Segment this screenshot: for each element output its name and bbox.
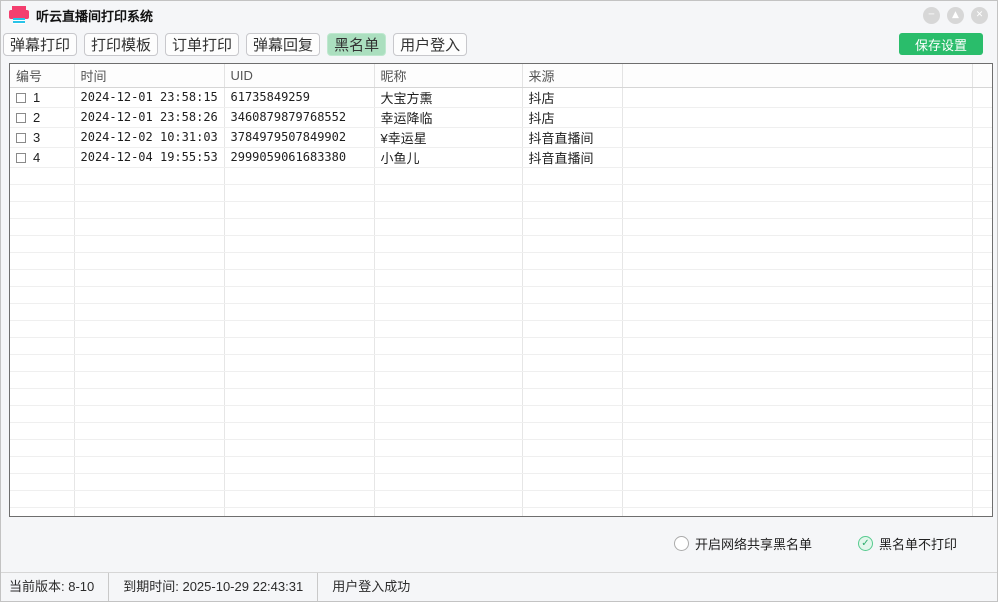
empty-row [10,507,992,517]
empty-row [10,184,992,201]
tab-order-print[interactable]: 订单打印 [165,33,239,56]
blacklist-table: 编号 时间 UID 昵称 来源 1 2024-12-01 23:58:15 61… [9,63,993,517]
cell-uid: 3460879879768552 [224,107,374,127]
row-checkbox[interactable] [16,153,26,163]
cell-time: 2024-12-01 23:58:26 [74,107,224,127]
tab-print-template[interactable]: 打印模板 [84,33,158,56]
cell-source: 抖店 [522,87,622,107]
empty-row [10,201,992,218]
empty-row [10,337,992,354]
header-source: 来源 [522,64,622,87]
cell-time: 2024-12-01 23:58:15 [74,87,224,107]
header-uid: UID [224,64,374,87]
cell-uid: 61735849259 [224,87,374,107]
empty-row [10,252,992,269]
title-bar: 听云直播间打印系统 ─ ▲ ✕ [1,1,997,29]
cell-source: 抖店 [522,107,622,127]
cell-nickname: ¥幸运星 [374,127,522,147]
empty-row [10,354,992,371]
cell-no: 2 [10,107,74,127]
app-title: 听云直播间打印系统 [36,6,153,25]
status-login: 用户登入成功 [317,573,424,601]
minimize-icon[interactable]: ─ [923,7,940,24]
option-no-print-label: 黑名单不打印 [879,534,957,553]
cell-source: 抖音直播间 [522,127,622,147]
table-row[interactable]: 4 2024-12-04 19:55:53 2999059061683380 小… [10,147,992,167]
tab-blacklist[interactable]: 黑名单 [327,33,386,56]
table-row[interactable]: 3 2024-12-02 10:31:03 3784979507849902 ¥… [10,127,992,147]
empty-row [10,439,992,456]
row-number: 2 [33,110,40,125]
empty-row [10,422,992,439]
empty-row [10,167,992,184]
cell-source: 抖音直播间 [522,147,622,167]
empty-row [10,371,992,388]
table-header-row: 编号 时间 UID 昵称 来源 [10,64,992,87]
printer-app-icon [9,5,29,25]
header-no: 编号 [10,64,74,87]
status-version: 当前版本: 8-10 [1,573,108,601]
header-nickname: 昵称 [374,64,522,87]
status-expire: 到期时间: 2025-10-29 22:43:31 [108,573,317,601]
tab-danmu-reply[interactable]: 弹幕回复 [246,33,320,56]
check-circle-icon[interactable] [858,536,873,551]
cell-no: 3 [10,127,74,147]
status-bar: 当前版本: 8-10 到期时间: 2025-10-29 22:43:31 用户登… [1,572,997,601]
cell-time: 2024-12-04 19:55:53 [74,147,224,167]
empty-row [10,473,992,490]
table-row[interactable]: 1 2024-12-01 23:58:15 61735849259 大宝方熏 抖… [10,87,992,107]
empty-row [10,235,992,252]
cell-nickname: 大宝方熏 [374,87,522,107]
header-time: 时间 [74,64,224,87]
app-window: 听云直播间打印系统 ─ ▲ ✕ 弹幕打印 打印模板 订单打印 弹幕回复 黑名单 … [0,0,998,602]
tab-danmu-print[interactable]: 弹幕打印 [3,33,77,56]
row-number: 3 [33,130,40,145]
cell-nickname: 小鱼儿 [374,147,522,167]
tab-bar: 弹幕打印 打印模板 订单打印 弹幕回复 黑名单 用户登入 保存设置 [3,32,983,56]
empty-row [10,303,992,320]
option-share-blacklist[interactable]: 开启网络共享黑名单 [674,534,812,553]
option-no-print[interactable]: 黑名单不打印 [858,534,957,553]
empty-row [10,456,992,473]
row-checkbox[interactable] [16,113,26,123]
window-controls: ─ ▲ ✕ [923,7,997,24]
empty-row [10,269,992,286]
header-empty [972,64,992,87]
cell-nickname: 幸运降临 [374,107,522,127]
tab-user-login[interactable]: 用户登入 [393,33,467,56]
row-number: 1 [33,90,40,105]
empty-row [10,320,992,337]
row-checkbox[interactable] [16,133,26,143]
empty-row [10,405,992,422]
table-row[interactable]: 2 2024-12-01 23:58:26 3460879879768552 幸… [10,107,992,127]
row-checkbox[interactable] [16,93,26,103]
cell-uid: 2999059061683380 [224,147,374,167]
empty-row [10,490,992,507]
empty-row [10,218,992,235]
option-share-blacklist-label: 开启网络共享黑名单 [695,534,812,553]
empty-row [10,388,992,405]
radio-unchecked-icon[interactable] [674,536,689,551]
cell-no: 4 [10,147,74,167]
row-number: 4 [33,150,40,165]
cell-time: 2024-12-02 10:31:03 [74,127,224,147]
save-settings-button[interactable]: 保存设置 [899,33,983,55]
maximize-icon[interactable]: ▲ [947,7,964,24]
cell-no: 1 [10,87,74,107]
blacklist-options: 开启网络共享黑名单 黑名单不打印 [674,534,957,552]
header-empty [622,64,972,87]
cell-uid: 3784979507849902 [224,127,374,147]
close-icon[interactable]: ✕ [971,7,988,24]
empty-row [10,286,992,303]
